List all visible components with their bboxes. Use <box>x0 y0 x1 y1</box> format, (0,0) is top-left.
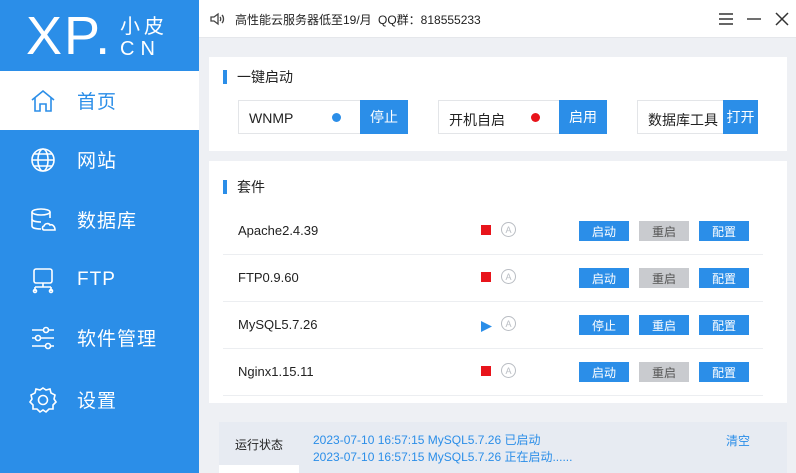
log-line: 2023-07-10 16:57:15 MySQL5.7.26 正在启动....… <box>313 450 573 464</box>
globe-icon <box>28 145 58 175</box>
db-tool-open-button[interactable]: 打开 <box>723 100 758 134</box>
sidebar-item-label: 软件管理 <box>77 329 158 350</box>
autostart-box: 开机自启 启用 <box>438 100 607 134</box>
logo-sub-top-text: 小皮 <box>120 16 168 38</box>
config-button[interactable]: 配置 <box>699 315 749 335</box>
menu-icon[interactable] <box>716 9 736 29</box>
sidebar-item-label: 网站 <box>77 151 118 172</box>
minimize-icon[interactable] <box>744 9 764 29</box>
wnmp-stop-button[interactable]: 停止 <box>360 100 408 134</box>
restart-button[interactable]: 重启 <box>639 315 689 335</box>
quick-start-panel: 一键启动 WNMP 停止 开机自启 启用 数据库工具 打开 <box>209 57 787 151</box>
stopped-square-icon <box>481 272 491 282</box>
wnmp-status-dot <box>332 113 341 122</box>
wnmp-box: WNMP 停止 <box>238 100 408 134</box>
start-button[interactable]: 启动 <box>579 221 629 241</box>
sidebar-item-label: 设置 <box>77 391 118 412</box>
sidebar-item-database[interactable]: 数据库 <box>0 190 199 249</box>
sidebar-item-ftp[interactable]: FTP <box>0 250 199 309</box>
logo-sub-bottom-text: CN <box>120 38 161 60</box>
sidebar-item-label: FTP <box>77 268 116 290</box>
start-button[interactable]: 启动 <box>579 362 629 382</box>
quick-start-title: 一键启动 <box>223 70 293 84</box>
sidebar-item-home[interactable]: 首页 <box>0 71 199 130</box>
sliders-icon <box>28 323 58 353</box>
autostart-badge-icon[interactable]: A <box>501 316 516 331</box>
autostart-enable-button[interactable]: 启用 <box>559 100 607 134</box>
suite-row: Nginx1.15.11 A 启动 重启 配置 <box>223 349 763 396</box>
stopped-square-icon <box>481 366 491 376</box>
suite-name: Apache2.4.39 <box>238 223 319 238</box>
suite-title: 套件 <box>223 180 265 194</box>
app-logo: XP. 小皮 CN <box>0 0 199 70</box>
qq-group-text: QQ群：818555233 <box>378 13 481 27</box>
suite-panel: 套件 Apache2.4.39 A 启动 重启 配置 FTP0.9.60 A 启动 重启 配置 My… <box>209 161 787 403</box>
log-area: 运行状态 2023-07-10 16:57:15 MySQL5.7.26 已启动… <box>219 422 787 473</box>
log-tab-indicator <box>219 465 299 473</box>
stopped-square-icon <box>481 225 491 235</box>
restart-button[interactable]: 重启 <box>639 268 689 288</box>
autostart-label: 开机自启 <box>449 112 505 128</box>
home-icon <box>28 86 58 116</box>
db-tool-box: 数据库工具 打开 <box>637 100 758 134</box>
clear-log-button[interactable]: 清空 <box>726 432 750 449</box>
stop-button[interactable]: 停止 <box>579 315 629 335</box>
start-button[interactable]: 启动 <box>579 268 629 288</box>
sidebar-item-software[interactable]: 软件管理 <box>0 308 199 367</box>
log-line: 2023-07-10 16:57:15 MySQL5.7.26 已启动 <box>313 433 541 447</box>
suite-row: MySQL5.7.26 A 停止 重启 配置 <box>223 302 763 349</box>
sidebar: XP. 小皮 CN 首页 网站 数据库 FTP 软件管理 设置 <box>0 0 199 473</box>
config-button[interactable]: 配置 <box>699 268 749 288</box>
wnmp-label: WNMP <box>249 110 294 126</box>
notice-text[interactable]: 高性能云服务器低至19/月 <box>235 11 372 28</box>
suite-row: Apache2.4.39 A 启动 重启 配置 <box>223 208 763 255</box>
restart-button[interactable]: 重启 <box>639 221 689 241</box>
log-label: 运行状态 <box>235 438 284 452</box>
top-bar: 高性能云服务器低至19/月 QQ群：818555233 <box>199 0 796 38</box>
server-icon <box>28 265 58 295</box>
database-icon <box>28 205 58 235</box>
autostart-status-dot <box>531 113 540 122</box>
suite-name: Nginx1.15.11 <box>238 364 314 379</box>
suite-row: FTP0.9.60 A 启动 重启 配置 <box>223 255 763 302</box>
sidebar-item-settings[interactable]: 设置 <box>0 370 199 429</box>
autostart-badge-icon[interactable]: A <box>501 222 516 237</box>
gear-icon <box>28 385 58 415</box>
sidebar-item-websites[interactable]: 网站 <box>0 130 199 189</box>
suite-name: MySQL5.7.26 <box>238 317 318 332</box>
speaker-icon <box>209 11 225 27</box>
running-play-icon <box>481 319 492 332</box>
sidebar-item-label: 首页 <box>77 92 118 113</box>
logo-main-text: XP. <box>26 6 113 66</box>
close-icon[interactable] <box>772 9 792 29</box>
config-button[interactable]: 配置 <box>699 221 749 241</box>
config-button[interactable]: 配置 <box>699 362 749 382</box>
autostart-badge-icon[interactable]: A <box>501 363 516 378</box>
suite-name: FTP0.9.60 <box>238 270 299 285</box>
db-tool-label: 数据库工具 <box>648 112 718 128</box>
autostart-badge-icon[interactable]: A <box>501 269 516 284</box>
sidebar-item-label: 数据库 <box>77 211 138 232</box>
restart-button[interactable]: 重启 <box>639 362 689 382</box>
log-lines: 2023-07-10 16:57:15 MySQL5.7.26 已启动 2023… <box>313 432 572 466</box>
